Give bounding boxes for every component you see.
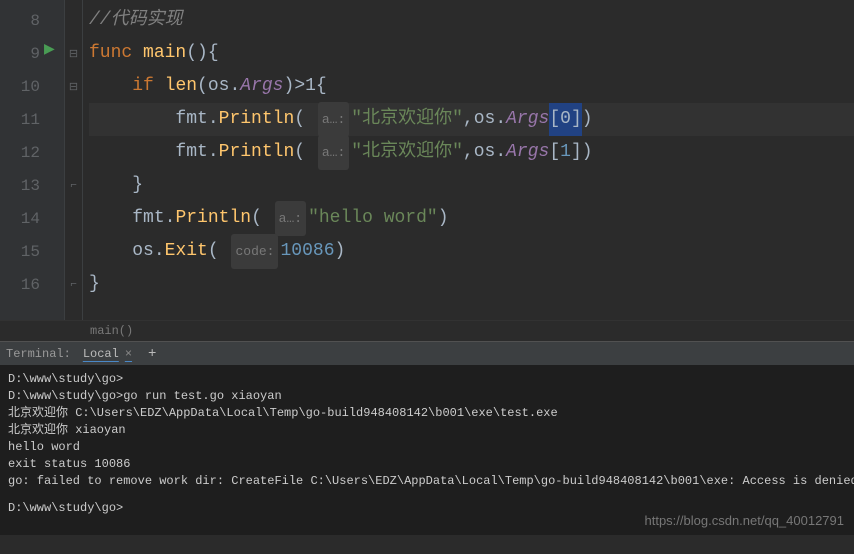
terminal-tab-bar: Terminal: Local × + [0,341,854,365]
param-hint: a…: [318,135,349,170]
code-line: fmt.Println( a…:"hello word") [89,202,854,235]
line-number[interactable]: 15 [0,235,64,268]
code-line: if len(os.Args)>1{ [89,70,854,103]
fold-column: ⊟ ⊟ ⌐ ⌐ [65,0,83,320]
terminal-line: 北京欢迎你 C:\Users\EDZ\AppData\Local\Temp\go… [8,405,846,422]
terminal-line: D:\www\study\go> [8,371,846,388]
terminal-line: 北京欢迎你 xiaoyan [8,422,846,439]
code-line: os.Exit( code:10086) [89,235,854,268]
terminal-line: go: failed to remove work dir: CreateFil… [8,473,846,490]
code-line: //代码实现 [89,4,854,37]
param-hint: a…: [275,201,306,236]
line-number[interactable]: 10 [0,70,64,103]
line-gutter: 8 9 10 11 12 13 14 15 16 ▶ [0,0,65,320]
run-gutter-icon[interactable]: ▶ [44,41,55,58]
terminal-tab-local[interactable]: Local × [79,347,136,361]
code-line: } [89,169,854,202]
code-line-highlighted: fmt.Println( a…:"北京欢迎你",os.Args[0]) [89,103,854,136]
terminal-line: hello word [8,439,846,456]
code-line: fmt.Println( a…:"北京欢迎你",os.Args[1]) [89,136,854,169]
terminal-label: Terminal: [6,347,71,361]
code-line: } [89,268,854,301]
add-tab-icon[interactable]: + [148,346,156,362]
line-number[interactable]: 11 [0,103,64,136]
terminal-line: exit status 10086 [8,456,846,473]
line-number[interactable]: 13 [0,169,64,202]
line-number[interactable]: 14 [0,202,64,235]
param-hint: code: [231,234,278,269]
terminal-line: D:\www\study\go>go run test.go xiaoyan [8,388,846,405]
code-line: func main(){ [89,37,854,70]
fold-end-icon: ⌐ [65,268,82,301]
terminal-body[interactable]: D:\www\study\go> D:\www\study\go>go run … [0,365,854,535]
fold-toggle-icon[interactable]: ⊟ [65,37,82,70]
editor-pane: 8 9 10 11 12 13 14 15 16 ▶ ⊟ ⊟ ⌐ ⌐ //代码实… [0,0,854,320]
breadcrumb[interactable]: main() [0,320,854,341]
line-number[interactable]: 12 [0,136,64,169]
close-tab-icon[interactable]: × [125,347,132,361]
line-number[interactable]: 8 [0,4,64,37]
fold-end-icon: ⌐ [65,169,82,202]
line-number[interactable]: 16 [0,268,64,301]
fold-toggle-icon[interactable]: ⊟ [65,70,82,103]
watermark: https://blog.csdn.net/qq_40012791 [645,512,845,529]
code-area[interactable]: //代码实现 func main(){ if len(os.Args)>1{ f… [83,0,854,320]
param-hint: a…: [318,102,349,137]
